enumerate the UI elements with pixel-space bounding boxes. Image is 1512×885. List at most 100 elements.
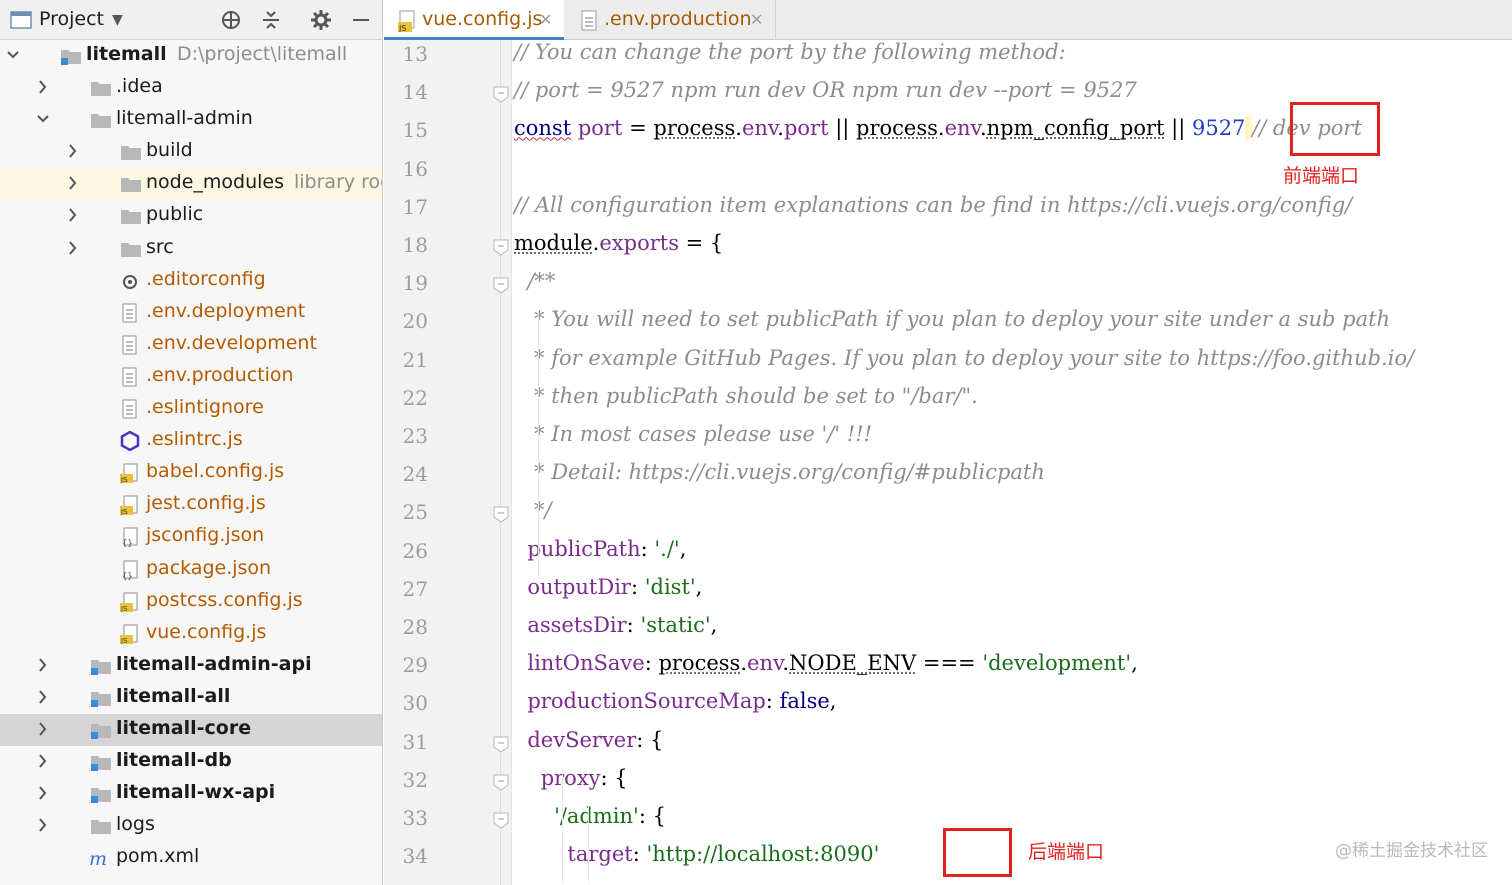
chevron-down-icon[interactable]: [36, 111, 50, 127]
line-number: 18: [402, 233, 428, 257]
code-line[interactable]: * for example GitHub Pages. If you plan …: [514, 346, 1414, 370]
tree-item[interactable]: litemall-admin-api: [0, 650, 382, 682]
code-line[interactable]: assetsDir: 'static',: [514, 613, 717, 637]
line-number: 32: [402, 767, 428, 792]
line-number: 20: [402, 309, 428, 334]
chevron-right-icon[interactable]: [36, 657, 50, 673]
code-line[interactable]: // You can change the port by the follow…: [514, 40, 1066, 64]
tree-item-label: build: [146, 139, 193, 162]
tree-item[interactable]: {} package.json: [0, 554, 382, 586]
code-line[interactable]: module.exports = {: [514, 231, 723, 255]
fold-marker-icon[interactable]: [492, 238, 510, 256]
fold-marker-icon[interactable]: [492, 276, 510, 294]
tree-item[interactable]: .env.development: [0, 329, 382, 361]
tree-item[interactable]: .eslintignore: [0, 393, 382, 425]
code-token: env: [741, 116, 778, 141]
tree-item[interactable]: litemall-all: [0, 682, 382, 714]
chevron-right-icon[interactable]: [36, 79, 50, 95]
code-token: npm_config_port: [986, 116, 1165, 141]
tree-item[interactable]: node_modules library root: [0, 168, 382, 201]
code-token: :: [626, 613, 641, 637]
code-line[interactable]: // port = 9527 npm run dev OR npm run de…: [514, 78, 1137, 102]
tree-item[interactable]: src: [0, 233, 382, 265]
tree-item[interactable]: .idea: [0, 72, 382, 104]
line-number: 34: [402, 844, 428, 869]
line-number: 27: [402, 576, 428, 601]
tab-vue-config-js[interactable]: JS vue.config.js ✕: [384, 0, 564, 40]
tree-item[interactable]: .eslintrc.js: [0, 425, 382, 457]
tree-item[interactable]: .editorconfig: [0, 265, 382, 297]
tree-item[interactable]: .env.production: [0, 361, 382, 393]
code-line[interactable]: * You will need to set publicPath if you…: [514, 307, 1390, 331]
project-panel-title[interactable]: Project: [39, 8, 104, 30]
tree-item[interactable]: .env.deployment: [0, 297, 382, 329]
code-line[interactable]: publicPath: './',: [514, 537, 686, 561]
chevron-right-icon[interactable]: [66, 207, 80, 223]
code-line[interactable]: * In most cases please use '/' !!!: [514, 422, 872, 446]
tree-item[interactable]: public: [0, 200, 382, 232]
code-token: 9527: [1191, 116, 1246, 141]
tree-item[interactable]: JS babel.config.js: [0, 457, 382, 489]
code-line[interactable]: // All configuration item explanations c…: [514, 193, 1352, 217]
folder-icon: [121, 210, 141, 225]
code-line[interactable]: devServer: {: [514, 728, 663, 752]
code-line[interactable]: '/admin': {: [514, 804, 666, 828]
tree-item-label: src: [146, 235, 174, 258]
target-icon[interactable]: [220, 9, 242, 31]
tree-item[interactable]: JS jest.config.js: [0, 489, 382, 521]
chevron-right-icon[interactable]: [36, 721, 50, 737]
chevron-right-icon[interactable]: [36, 753, 50, 769]
chevron-right-icon[interactable]: [36, 817, 50, 833]
tree-item[interactable]: litemall-wx-api: [0, 778, 382, 810]
tree-item[interactable]: JS postcss.config.js: [0, 586, 382, 618]
tree-item[interactable]: logs: [0, 810, 382, 842]
chevron-right-icon[interactable]: [36, 689, 50, 705]
code-token: * Detail: https://cli.vuejs.org/config/#…: [514, 460, 1045, 485]
backend-port-highlight-box: [943, 828, 1012, 877]
chevron-right-icon[interactable]: [66, 143, 80, 159]
fold-marker-icon[interactable]: [492, 773, 510, 791]
code-line[interactable]: * Detail: https://cli.vuejs.org/config/#…: [514, 460, 1045, 484]
code-line[interactable]: productionSourceMap: false,: [514, 689, 836, 713]
fold-marker-icon[interactable]: [492, 811, 510, 829]
tree-item[interactable]: JS vue.config.js: [0, 618, 382, 650]
code-token: // All configuration item explanations c…: [514, 192, 1353, 217]
code-editor[interactable]: 13 14 15 16 17 18 19 20 21 22 23 24 25 26 27 28 29 30 31 32…: [384, 40, 1512, 885]
tree-item[interactable]: litemall-admin: [0, 104, 382, 136]
tree-item[interactable]: litemall D:\project\litemall: [0, 40, 382, 72]
code-line[interactable]: lintOnSave: process.env.NODE_ENV === 'de…: [514, 651, 1137, 676]
chevron-right-icon[interactable]: [66, 175, 80, 191]
code-line[interactable]: outputDir: 'dist',: [514, 575, 702, 599]
tree-item[interactable]: litemall-core: [0, 713, 382, 747]
gear-icon[interactable]: [310, 9, 332, 31]
chevron-down-icon[interactable]: [6, 47, 20, 63]
close-icon[interactable]: ✕: [750, 10, 763, 29]
code-line[interactable]: * then publicPath should be set to "/bar…: [514, 384, 978, 408]
code-token: .: [735, 116, 742, 141]
chevron-right-icon[interactable]: [36, 785, 50, 801]
code-line[interactable]: proxy: {: [514, 766, 628, 790]
code-line[interactable]: target: 'http://localhost:8090': [514, 842, 879, 866]
code-token: = {: [678, 231, 724, 255]
chevron-down-icon[interactable]: ▼: [112, 12, 123, 28]
tree-item[interactable]: litemall-db: [0, 746, 382, 778]
fold-marker-icon[interactable]: [492, 735, 510, 753]
code-token: .: [979, 116, 987, 141]
close-icon[interactable]: ✕: [539, 10, 552, 29]
code-token: process: [856, 116, 938, 141]
code-line[interactable]: const port = process.env.port || process…: [514, 116, 1362, 141]
collapse-all-icon[interactable]: [260, 9, 282, 31]
tab-env-production[interactable]: .env.production ✕: [566, 0, 776, 40]
chevron-right-icon[interactable]: [66, 240, 80, 256]
fold-marker-icon[interactable]: [492, 85, 510, 103]
tree-item[interactable]: build: [0, 136, 382, 168]
minimize-icon[interactable]: [350, 9, 372, 31]
code-token: ||: [828, 116, 857, 141]
tree-item[interactable]: {} jsconfig.json: [0, 521, 382, 553]
code-token: process: [658, 651, 741, 676]
tree-item[interactable]: m pom.xml: [0, 842, 382, 874]
code-line[interactable]: */: [514, 498, 552, 522]
fold-marker-icon[interactable]: [492, 505, 510, 524]
code-line[interactable]: /**: [514, 269, 555, 293]
